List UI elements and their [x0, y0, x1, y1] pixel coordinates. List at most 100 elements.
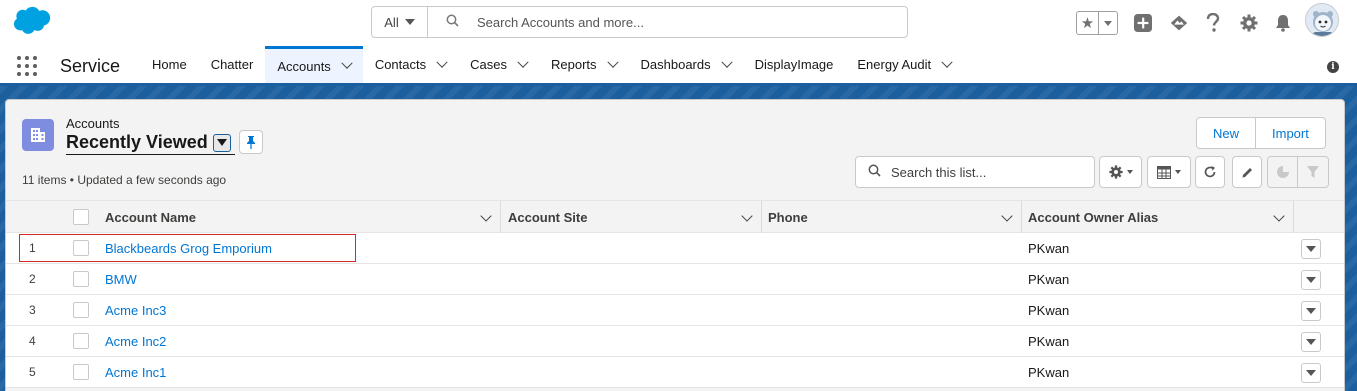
chevron-down-icon[interactable]: [720, 56, 733, 68]
list-search-placeholder: Search this list...: [891, 164, 987, 180]
global-search-input[interactable]: Search Accounts and more...: [428, 7, 907, 37]
row-actions-button[interactable]: [1301, 332, 1321, 352]
column-label: Account Owner Alias: [1028, 209, 1159, 225]
chevron-down-icon: [216, 139, 227, 146]
trailhead-icon[interactable]: [1170, 14, 1188, 32]
column-header-account-site[interactable]: Account Site: [508, 201, 761, 233]
filter-icon: [1307, 166, 1319, 178]
row-number: 1: [29, 241, 36, 255]
list-view-dropdown-button[interactable]: [212, 133, 231, 152]
tab-dashboards[interactable]: Dashboards: [629, 46, 743, 83]
import-button[interactable]: Import: [1255, 118, 1325, 148]
tab-cases[interactable]: Cases: [458, 46, 539, 83]
search-icon: [446, 14, 459, 30]
global-actions-add-icon[interactable]: [1134, 14, 1152, 32]
chevron-down-icon[interactable]: [741, 210, 753, 222]
row-checkbox[interactable]: [73, 240, 89, 256]
global-header: All Search Accounts and more... ★: [0, 0, 1357, 46]
owner-alias: PKwan: [1028, 303, 1070, 318]
pin-icon: [247, 136, 255, 149]
tab-contacts[interactable]: Contacts: [363, 46, 458, 83]
list-view-card: Accounts Recently Viewed 11 items • Upda…: [5, 99, 1345, 391]
chevron-down-icon[interactable]: [606, 56, 619, 68]
table-icon: [1157, 165, 1171, 179]
row-checkbox[interactable]: [73, 271, 89, 287]
row-actions-button[interactable]: [1301, 301, 1321, 321]
show-charts-button[interactable]: [1268, 157, 1298, 187]
row-checkbox[interactable]: [73, 302, 89, 318]
row-checkbox[interactable]: [73, 364, 89, 380]
tab-label: Energy Audit: [857, 57, 932, 72]
list-view-name: Recently Viewed: [66, 132, 208, 152]
tab-displayimage[interactable]: DisplayImage: [743, 46, 846, 83]
column-header-account-owner-alias[interactable]: Account Owner Alias: [1028, 201, 1293, 233]
table-body: 1 Blackbeards Grog Emporium PKwan 2 BMW …: [6, 233, 1344, 388]
row-actions-button[interactable]: [1301, 239, 1321, 259]
help-icon[interactable]: [1204, 13, 1222, 32]
tab-energy-audit[interactable]: Energy Audit: [845, 46, 963, 83]
account-name-link[interactable]: Acme Inc3: [105, 303, 166, 318]
tab-accounts[interactable]: Accounts: [265, 46, 363, 83]
favorites-button-group[interactable]: ★: [1076, 11, 1118, 35]
favorites-dropdown-button[interactable]: [1099, 20, 1117, 26]
chevron-down-icon: [1306, 277, 1316, 283]
salesforce-logo-icon[interactable]: [8, 6, 52, 38]
chevron-down-icon[interactable]: [517, 56, 529, 68]
chevron-down-icon[interactable]: [941, 56, 953, 68]
user-avatar[interactable]: [1305, 3, 1339, 37]
column-label: Account Site: [508, 209, 588, 225]
row-number: 5: [29, 365, 36, 379]
refresh-icon: [1204, 166, 1216, 178]
column-divider[interactable]: [761, 201, 762, 233]
filters-button[interactable]: [1298, 157, 1328, 187]
info-icon[interactable]: i: [1327, 61, 1339, 73]
app-name: Service: [60, 56, 121, 76]
chevron-down-icon[interactable]: [1273, 210, 1285, 222]
global-search[interactable]: All Search Accounts and more...: [371, 6, 908, 38]
tab-label: Home: [152, 57, 187, 72]
tab-chatter[interactable]: Chatter: [199, 46, 266, 83]
chevron-down-icon: [1306, 370, 1316, 376]
chevron-down-icon[interactable]: [1001, 210, 1013, 222]
list-view-controls-button[interactable]: [1099, 156, 1142, 188]
table-row: 4 Acme Inc2 PKwan: [6, 326, 1344, 357]
new-button[interactable]: New: [1197, 118, 1255, 148]
select-all-checkbox[interactable]: [73, 209, 89, 225]
tab-reports[interactable]: Reports: [539, 46, 629, 83]
owner-alias: PKwan: [1028, 334, 1070, 349]
column-divider[interactable]: [1293, 201, 1294, 233]
column-header-account-name[interactable]: Account Name: [105, 201, 500, 233]
edit-list-button[interactable]: [1232, 156, 1262, 188]
accounts-table: Account Name Account Site Phone Account …: [6, 200, 1344, 388]
account-name-link[interactable]: Acme Inc2: [105, 334, 166, 349]
row-number: 2: [29, 272, 36, 286]
chevron-down-icon[interactable]: [436, 56, 448, 68]
notifications-bell-icon[interactable]: [1274, 14, 1292, 32]
display-as-table-button[interactable]: [1147, 156, 1191, 188]
list-view-selector[interactable]: Recently Viewed: [66, 131, 235, 155]
account-name-link[interactable]: Acme Inc1: [105, 365, 166, 380]
tab-label: Dashboards: [640, 57, 711, 72]
row-actions-button[interactable]: [1301, 363, 1321, 383]
account-name-link[interactable]: Blackbeards Grog Emporium: [105, 241, 272, 256]
pin-list-view-button[interactable]: [239, 130, 263, 154]
list-search-input[interactable]: Search this list...: [855, 156, 1095, 188]
star-icon[interactable]: ★: [1077, 12, 1099, 34]
row-actions-button[interactable]: [1301, 270, 1321, 290]
chevron-down-icon[interactable]: [341, 57, 353, 69]
column-divider[interactable]: [500, 201, 501, 233]
table-row: 3 Acme Inc3 PKwan: [6, 295, 1344, 326]
refresh-button[interactable]: [1195, 156, 1225, 188]
column-header-phone[interactable]: Phone: [768, 201, 1021, 233]
column-divider[interactable]: [1021, 201, 1022, 233]
app-launcher-icon[interactable]: [16, 55, 38, 77]
table-header: Account Name Account Site Phone Account …: [6, 200, 1344, 233]
chevron-down-icon: [1306, 339, 1316, 345]
chevron-down-icon[interactable]: [480, 210, 492, 222]
row-checkbox[interactable]: [73, 333, 89, 349]
search-scope-dropdown[interactable]: All: [372, 7, 428, 37]
account-name-link[interactable]: BMW: [105, 272, 137, 287]
gear-icon[interactable]: [1240, 14, 1258, 32]
tab-home[interactable]: Home: [140, 46, 199, 83]
object-label: Accounts: [66, 116, 120, 131]
